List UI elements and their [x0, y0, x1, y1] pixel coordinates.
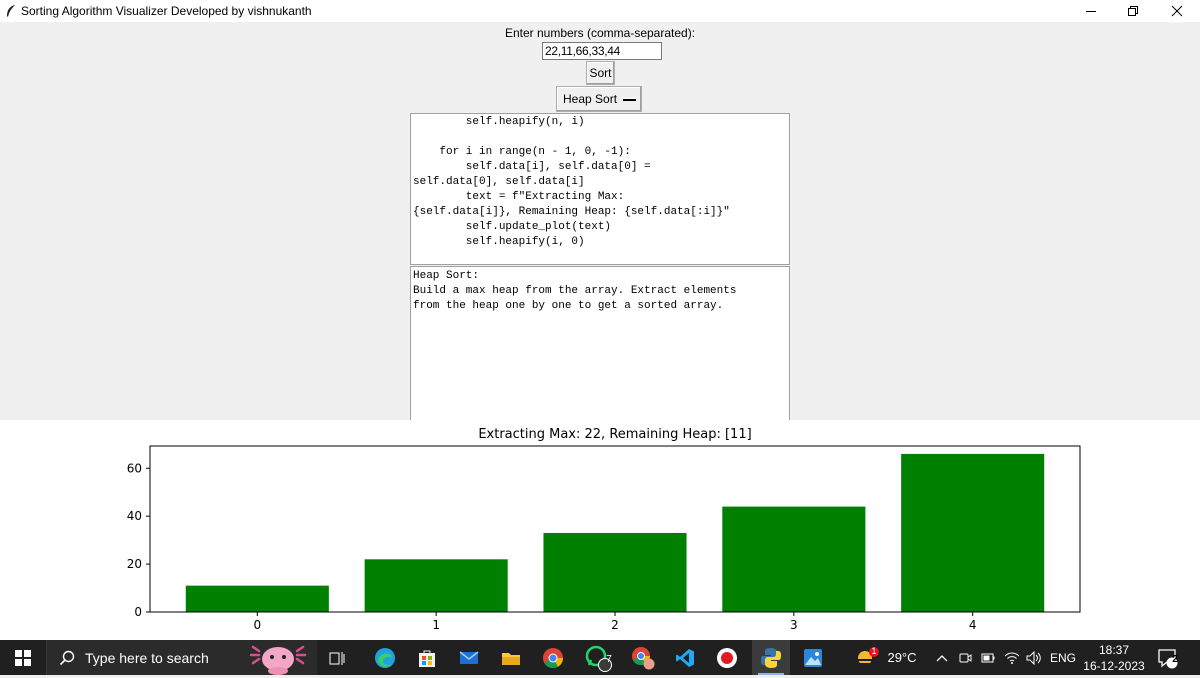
- description-textbox[interactable]: Heap Sort: Build a max heap from the arr…: [410, 266, 790, 427]
- axolotl-icon: [245, 641, 311, 678]
- feather-icon: [3, 3, 19, 19]
- battery-icon: [981, 653, 995, 662]
- sort-button[interactable]: Sort: [586, 61, 615, 85]
- weather-temp[interactable]: 29°C: [884, 640, 920, 675]
- notification-center-button[interactable]: 2: [1152, 640, 1182, 675]
- windows-icon: [15, 649, 31, 666]
- chrome-profile-button[interactable]: [626, 640, 660, 675]
- chrome-icon: [543, 647, 564, 668]
- language-label: ENG: [1049, 650, 1076, 665]
- description-line: from the heap one by one to get a sorted…: [413, 300, 724, 312]
- chart-canvas: Extracting Max: 22, Remaining Heap: [11]…: [0, 420, 1200, 640]
- title-bar: Sorting Algorithm Visualizer Developed b…: [0, 0, 1200, 22]
- python-button[interactable]: [752, 640, 790, 675]
- clock-time: 18:37: [1098, 643, 1130, 657]
- python-icon: [761, 647, 781, 668]
- code-line: {self.data[i]}, Remaining Heap: {self.da…: [413, 206, 730, 218]
- whatsapp-button[interactable]: 7: [578, 640, 618, 675]
- notification-badge: 2: [1172, 654, 1178, 665]
- vscode-button[interactable]: [668, 640, 702, 675]
- battery-button[interactable]: [978, 640, 998, 675]
- task-view-button[interactable]: [320, 640, 354, 675]
- minimize-button[interactable]: [1068, 0, 1114, 22]
- photos-icon: [804, 648, 822, 667]
- bar-chart: Extracting Max: 22, Remaining Heap: [11]…: [127, 427, 1081, 632]
- temperature-label: 29°C: [887, 650, 917, 665]
- vscode-icon: [676, 648, 694, 667]
- code-line: self.update_plot(text): [413, 221, 612, 233]
- window-title: Sorting Algorithm Visualizer Developed b…: [21, 4, 312, 18]
- show-hidden-icons-button[interactable]: [934, 640, 950, 675]
- language-indicator[interactable]: ENG: [1048, 640, 1078, 675]
- algorithm-selected-label: Heap Sort: [563, 92, 618, 106]
- bar-4: [901, 453, 1045, 612]
- mail-button[interactable]: [452, 640, 486, 675]
- chrome-button[interactable]: [536, 640, 570, 675]
- photos-button[interactable]: [796, 640, 830, 675]
- task-view-icon: [329, 651, 345, 665]
- tray-app-button[interactable]: [955, 640, 975, 675]
- record-icon: [717, 647, 737, 668]
- restore-button[interactable]: [1110, 0, 1156, 22]
- meet-now-icon: [959, 653, 972, 662]
- file-explorer-icon: [502, 652, 520, 665]
- mail-icon: [459, 650, 479, 664]
- wifi-button[interactable]: [1002, 640, 1022, 675]
- weather-widget[interactable]: 1: [852, 640, 882, 675]
- store-button[interactable]: [410, 640, 444, 675]
- x-tick-label: 3: [790, 618, 798, 632]
- volume-button[interactable]: [1024, 640, 1044, 675]
- y-tick-label: 60: [127, 461, 142, 475]
- clock[interactable]: 18:37 16-12-2023: [1082, 640, 1146, 675]
- x-tick-label: 2: [611, 618, 619, 632]
- code-line: self.data[0], self.data[i]: [413, 176, 585, 188]
- edge-button[interactable]: [368, 640, 402, 675]
- code-line: self.heapify(n, i): [413, 116, 585, 128]
- code-line: self.heapify(i, 0): [413, 236, 585, 248]
- bar-1: [364, 559, 508, 612]
- y-tick-label: 0: [134, 605, 142, 619]
- code-line: self.data[i], self.data[0] =: [413, 161, 651, 173]
- bar-2: [543, 532, 687, 612]
- edge-icon: [375, 647, 395, 668]
- taskbar: Type here to search 7 1 29°C ENG 18:37 1…: [0, 640, 1200, 675]
- chart-title: Extracting Max: 22, Remaining Heap: [11]: [478, 427, 751, 442]
- file-explorer-button[interactable]: [494, 640, 528, 675]
- code-line: for i in range(n - 1, 0, -1):: [413, 146, 631, 158]
- x-tick-label: 4: [969, 618, 977, 632]
- bar-3: [722, 506, 866, 612]
- search-placeholder: Type here to search: [85, 649, 209, 666]
- y-tick-label: 40: [127, 509, 142, 523]
- store-icon: [419, 650, 435, 667]
- volume-icon: [1026, 650, 1041, 665]
- x-tick-label: 1: [432, 618, 440, 632]
- start-button[interactable]: [0, 640, 46, 675]
- record-button[interactable]: [710, 640, 744, 675]
- description-line: Heap Sort:: [413, 270, 480, 282]
- search-icon: [59, 650, 75, 666]
- close-button[interactable]: [1154, 0, 1200, 22]
- wifi-icon: [1004, 652, 1020, 664]
- weather-badge: 1: [871, 646, 877, 656]
- chevron-up-icon: [936, 654, 948, 661]
- x-tick-label: 0: [253, 618, 261, 632]
- bar-0: [185, 585, 329, 612]
- whatsapp-badge: 7: [606, 654, 612, 665]
- option-menu-indicator-icon: [623, 98, 636, 101]
- numbers-input[interactable]: [542, 42, 662, 60]
- algorithm-dropdown[interactable]: Heap Sort: [556, 86, 642, 112]
- input-prompt-label: Enter numbers (comma-separated):: [504, 26, 696, 40]
- y-tick-label: 20: [127, 557, 142, 571]
- code-line: text = f"Extracting Max:: [413, 191, 625, 203]
- taskbar-search[interactable]: Type here to search: [46, 640, 317, 675]
- code-textbox[interactable]: self.heapify(n, i) for i in range(n - 1,…: [410, 113, 790, 265]
- clock-date: 16-12-2023: [1083, 659, 1145, 673]
- description-line: Build a max heap from the array. Extract…: [413, 285, 737, 297]
- chrome-profile-icon: [632, 646, 655, 669]
